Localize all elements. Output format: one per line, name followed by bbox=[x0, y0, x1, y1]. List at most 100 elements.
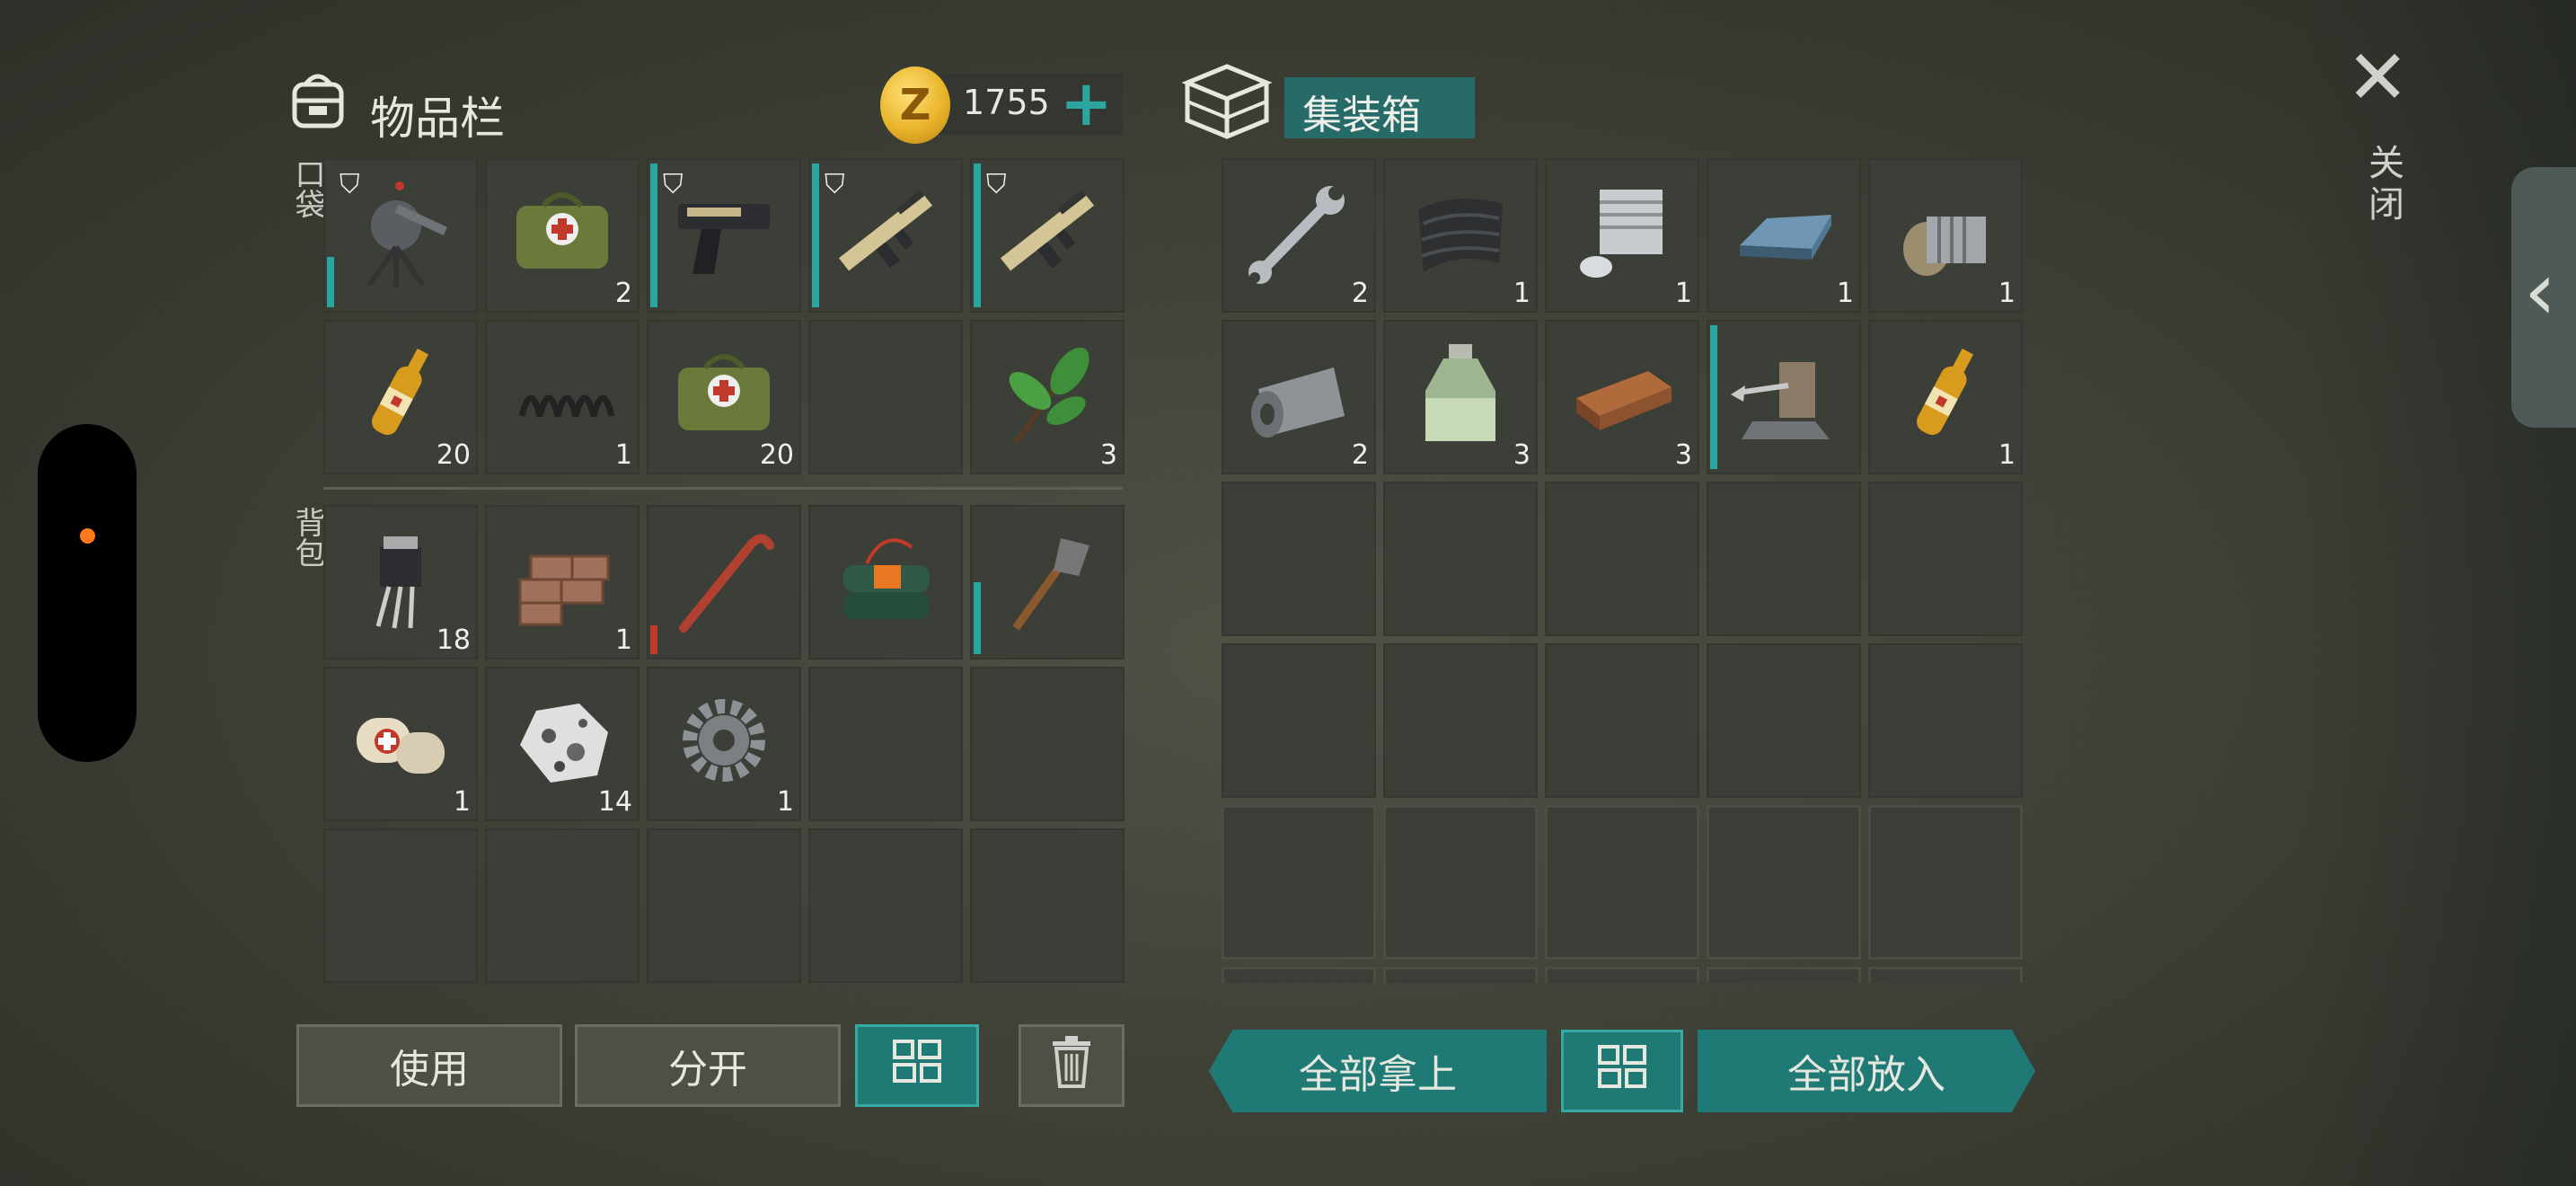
empty-slot[interactable] bbox=[1545, 482, 1699, 636]
inventory-slot[interactable]: 1 bbox=[323, 667, 478, 821]
inventory-slot[interactable] bbox=[808, 505, 963, 659]
metal-roll-icon bbox=[1234, 329, 1363, 458]
durability-bar bbox=[327, 257, 334, 307]
inventory-slot[interactable]: 3 bbox=[1545, 320, 1699, 474]
durability-bar bbox=[650, 625, 657, 654]
empty-slot[interactable] bbox=[808, 828, 963, 983]
inventory-slot[interactable]: 1 bbox=[1545, 158, 1699, 313]
empty-slot[interactable] bbox=[1383, 482, 1538, 636]
inventory-slot[interactable]: ⛉ bbox=[323, 158, 478, 313]
empty-slot[interactable] bbox=[1222, 805, 1376, 960]
item-quantity: 1 bbox=[776, 786, 794, 818]
close-button[interactable]: ✕ bbox=[2346, 40, 2409, 115]
item-quantity: 3 bbox=[1099, 439, 1117, 471]
empty-slot[interactable] bbox=[1868, 967, 2023, 983]
inventory-slot[interactable]: 1 bbox=[1868, 320, 2023, 474]
inventory-slot[interactable]: ⛉ bbox=[647, 158, 801, 313]
inventory-slot[interactable]: 3 bbox=[970, 320, 1125, 474]
inventory-slot[interactable]: ⛉ bbox=[970, 158, 1125, 313]
empty-slot[interactable] bbox=[970, 667, 1125, 821]
wood-plank-icon bbox=[1557, 329, 1687, 458]
inventory-slot[interactable]: ⛉ bbox=[808, 158, 963, 313]
empty-slot[interactable] bbox=[1707, 805, 1861, 960]
inventory-slot[interactable]: 2 bbox=[1222, 158, 1376, 313]
chevron-left-icon[interactable]: ‹ bbox=[2524, 252, 2556, 332]
item-quantity: 1 bbox=[1998, 439, 2016, 471]
add-coins-button[interactable]: + bbox=[1060, 72, 1113, 135]
inventory-slot[interactable] bbox=[647, 505, 801, 659]
empty-slot[interactable] bbox=[1383, 805, 1538, 960]
empty-slot[interactable] bbox=[1707, 967, 1861, 983]
item-quantity: 1 bbox=[1513, 278, 1531, 309]
item-quantity: 1 bbox=[1998, 278, 2016, 309]
metal-ingot-icon bbox=[1719, 167, 1848, 296]
empty-slot[interactable] bbox=[1707, 643, 1861, 798]
shield-icon: ⛉ bbox=[825, 169, 845, 200]
item-quantity: 1 bbox=[1836, 278, 1854, 309]
container-crate-icon bbox=[1181, 61, 1273, 146]
empty-slot[interactable] bbox=[1383, 643, 1538, 798]
inventory-slot[interactable]: 18 bbox=[323, 505, 478, 659]
inventory-slot[interactable]: 20 bbox=[647, 320, 801, 474]
empty-slot[interactable] bbox=[1222, 482, 1376, 636]
grid-sort-icon bbox=[1597, 1044, 1647, 1099]
empty-slot[interactable] bbox=[647, 828, 801, 983]
explosive-pack-icon bbox=[821, 514, 950, 643]
empty-slot[interactable] bbox=[970, 828, 1125, 983]
gold-coin-icon: Z bbox=[880, 66, 950, 144]
item-quantity: 20 bbox=[759, 439, 794, 471]
use-button[interactable]: 使用 bbox=[296, 1024, 562, 1107]
take-all-button[interactable]: 全部拿上 bbox=[1209, 1030, 1547, 1112]
item-quantity: 18 bbox=[436, 624, 471, 656]
inventory-sort-button[interactable] bbox=[855, 1024, 979, 1107]
empty-slot[interactable] bbox=[808, 320, 963, 474]
recording-indicator-dot bbox=[80, 528, 95, 544]
inventory-slot[interactable]: 1 bbox=[485, 505, 640, 659]
durability-bar bbox=[1710, 325, 1717, 469]
item-quantity: 2 bbox=[1351, 439, 1369, 471]
empty-slot[interactable] bbox=[1222, 643, 1376, 798]
item-quantity: 2 bbox=[1351, 278, 1369, 309]
empty-slot[interactable] bbox=[1545, 967, 1699, 983]
item-quantity: 1 bbox=[614, 439, 632, 471]
empty-slot[interactable] bbox=[1868, 805, 2023, 960]
empty-slot[interactable] bbox=[1222, 967, 1376, 983]
inventory-slot[interactable]: 2 bbox=[485, 158, 640, 313]
container-sort-button[interactable] bbox=[1561, 1030, 1683, 1112]
inventory-slot[interactable]: 1 bbox=[1707, 158, 1861, 313]
empty-slot[interactable] bbox=[1707, 482, 1861, 636]
inventory-slot[interactable]: 14 bbox=[485, 667, 640, 821]
gearbox-icon bbox=[1881, 167, 2010, 296]
inventory-slot[interactable]: 1 bbox=[1868, 158, 2023, 313]
inventory-slot[interactable]: 1 bbox=[1383, 158, 1538, 313]
inventory-slot[interactable]: 1 bbox=[647, 667, 801, 821]
crowbar-icon bbox=[659, 514, 789, 643]
split-button[interactable]: 分开 bbox=[575, 1024, 841, 1107]
shield-icon: ⛉ bbox=[986, 169, 1007, 200]
backpack-icon bbox=[286, 66, 350, 135]
section-divider bbox=[323, 487, 1123, 490]
empty-slot[interactable] bbox=[1868, 643, 2023, 798]
bandage-icon bbox=[336, 676, 465, 805]
inventory-slot[interactable] bbox=[970, 505, 1125, 659]
harpoon-turret-icon bbox=[1719, 329, 1848, 458]
carbon-fabric-icon bbox=[1396, 167, 1525, 296]
empty-slot[interactable] bbox=[485, 828, 640, 983]
inventory-slot[interactable] bbox=[1707, 320, 1861, 474]
empty-slot[interactable] bbox=[1545, 643, 1699, 798]
trash-icon bbox=[1051, 1034, 1092, 1098]
engine-cylinder-icon bbox=[1557, 167, 1687, 296]
empty-slot[interactable] bbox=[323, 828, 478, 983]
trash-button[interactable] bbox=[1019, 1024, 1125, 1107]
inventory-slot[interactable]: 1 bbox=[485, 320, 640, 474]
inventory-slot[interactable]: 3 bbox=[1383, 320, 1538, 474]
put-all-button[interactable]: 全部放入 bbox=[1698, 1030, 2035, 1112]
inventory-slot[interactable]: 20 bbox=[323, 320, 478, 474]
empty-slot[interactable] bbox=[1545, 805, 1699, 960]
close-label[interactable]: 关闭 bbox=[2357, 144, 2409, 226]
empty-slot[interactable] bbox=[1868, 482, 2023, 636]
inventory-slot[interactable]: 2 bbox=[1222, 320, 1376, 474]
empty-slot[interactable] bbox=[808, 667, 963, 821]
put-all-label: 全部放入 bbox=[1787, 1052, 1945, 1098]
empty-slot[interactable] bbox=[1383, 967, 1538, 983]
